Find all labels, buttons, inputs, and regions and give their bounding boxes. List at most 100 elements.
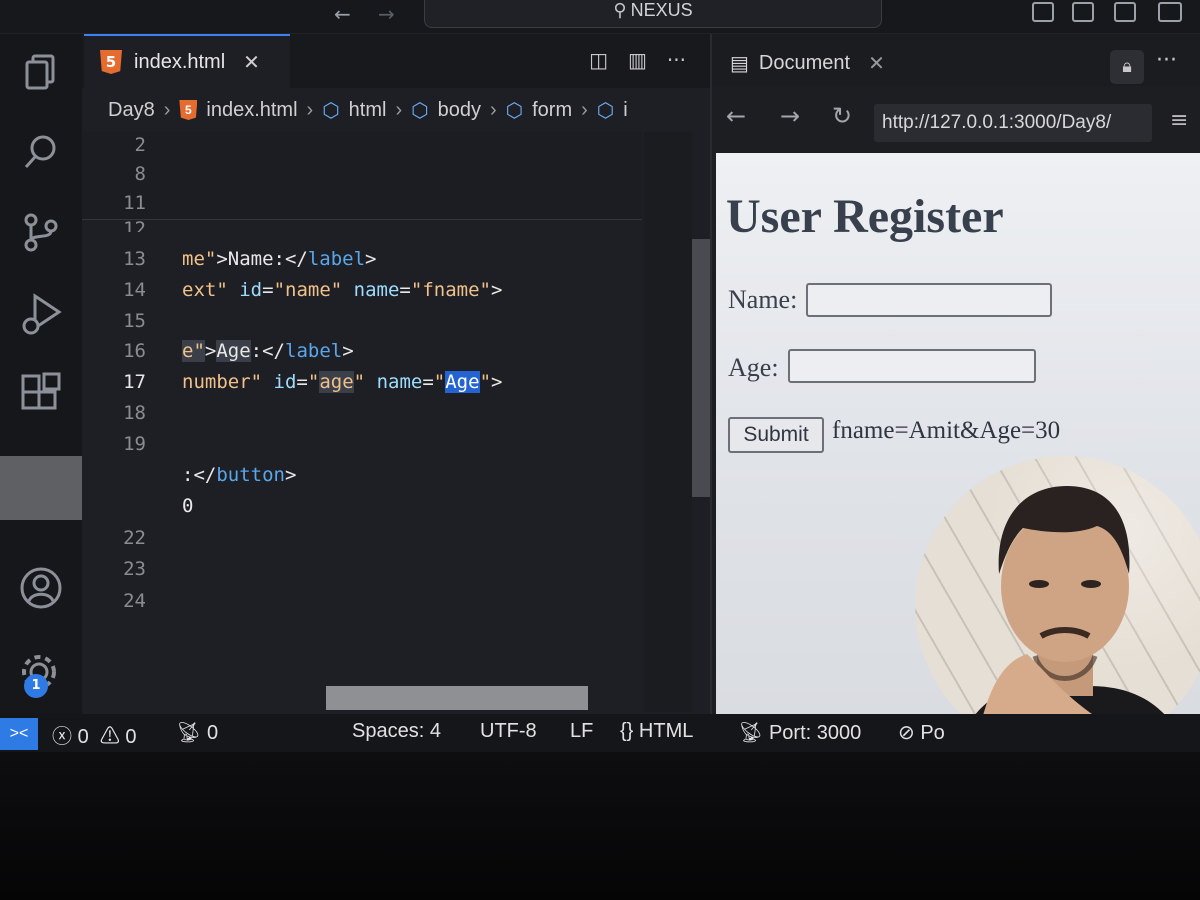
breadcrumb-file[interactable]: index.html — [206, 99, 297, 122]
chevron-right-icon: › — [581, 98, 588, 121]
url-input[interactable]: http://127.0.0.1:3000/Day8/ — [874, 104, 1152, 142]
preview-tab-bar: ▤ Document ✕ 🔒︎ ··· — [712, 34, 1200, 86]
prettier-button[interactable]: ⊘ Po — [898, 720, 945, 745]
menu-icon[interactable]: ≡ — [1170, 108, 1188, 133]
prettier-label: Po — [920, 722, 945, 744]
code-line-14: ext" id="name" name="fname"> — [182, 279, 503, 301]
code-line-20: :</button> — [182, 464, 297, 486]
search-icon: ⚲ — [613, 0, 627, 20]
line-number: 16 — [123, 340, 146, 362]
reload-icon[interactable]: ↻ — [832, 102, 852, 130]
close-icon[interactable]: ✕ — [868, 51, 885, 76]
language-mode-button[interactable]: {} HTML — [620, 720, 693, 743]
arrow-right-icon[interactable]: → — [378, 2, 395, 26]
encoding-button[interactable]: UTF-8 — [480, 720, 537, 743]
line-number: 14 — [123, 279, 146, 301]
language-label: HTML — [638, 720, 694, 742]
line-number: 18 — [123, 402, 146, 424]
element-cube-icon: ⬡ — [411, 99, 429, 122]
command-center[interactable]: ⚲ NEXUS — [424, 0, 882, 28]
more-actions-icon[interactable]: ··· — [667, 48, 686, 72]
remote-indicator-icon[interactable]: >< — [0, 718, 38, 750]
age-input[interactable] — [788, 349, 1036, 383]
braces-icon: {} — [620, 720, 634, 742]
html5-icon: 5 — [179, 100, 198, 120]
code-editor[interactable]: 12 13 me">Name:</label> 14 ext" id="name… — [82, 218, 642, 714]
name-input[interactable] — [806, 283, 1052, 317]
command-center-label: NEXUS — [630, 0, 693, 20]
open-preview-icon[interactable]: ◫ — [589, 48, 608, 72]
error-count: 0 — [77, 726, 89, 748]
lock-icon[interactable]: 🔒︎ — [1110, 50, 1144, 84]
breadcrumb-body[interactable]: body — [438, 99, 481, 122]
editor-group: 5 index.html ✕ ◫ ▥ ··· Day8 › 5 index.ht… — [82, 34, 710, 714]
toggle-secondary-sidebar-icon[interactable] — [1114, 2, 1136, 22]
back-icon[interactable]: ← — [726, 102, 746, 130]
horizontal-scrollbar[interactable] — [326, 686, 588, 710]
line-number: 19 — [123, 433, 146, 455]
line-number: 12 — [123, 218, 146, 232]
webcam-overlay — [915, 456, 1200, 756]
ports-indicator[interactable]: 📡︎ 0 — [176, 720, 218, 745]
editor-tab-bar: 5 index.html ✕ ◫ ▥ ··· — [82, 34, 710, 88]
more-actions-icon[interactable]: ··· — [1156, 48, 1177, 73]
line-number: 15 — [123, 310, 146, 332]
warning-icon: ⚠ — [99, 726, 120, 748]
vertical-scrollbar[interactable] — [692, 239, 710, 497]
run-debug-icon[interactable] — [0, 284, 82, 344]
tab-label: index.html — [134, 50, 226, 73]
screen: ← → ⚲ NEXUS 1 5 index.html ✕ ◫ ▥ ··· Day… — [0, 0, 1200, 900]
breadcrumb-form[interactable]: form — [532, 99, 572, 122]
element-cube-icon: ⬡ — [322, 99, 340, 122]
split-editor-icon[interactable]: ▥ — [628, 48, 647, 72]
line-number: 13 — [123, 248, 146, 270]
code-line-13: me">Name:</label> — [182, 248, 377, 270]
toggle-primary-sidebar-icon[interactable] — [1032, 2, 1054, 22]
port-label: Port: 3000 — [768, 722, 862, 744]
breadcrumb: Day8 › 5 index.html › ⬡ html › ⬡ body › … — [82, 88, 710, 132]
line-number-active: 17 — [123, 371, 146, 393]
chevron-right-icon: › — [163, 98, 171, 121]
minimap[interactable] — [644, 132, 692, 712]
arrow-left-icon[interactable]: ← — [334, 2, 351, 26]
settings-badge: 1 — [24, 674, 48, 698]
line-number: 8 — [134, 163, 146, 185]
files-icon[interactable] — [0, 42, 82, 102]
sticky-scroll: 2 8 11 — [82, 132, 642, 220]
name-label: Name: — [728, 285, 798, 314]
preview-tab-label: Document — [758, 51, 851, 74]
account-icon[interactable] — [0, 558, 82, 618]
html5-icon: 5 — [100, 50, 122, 74]
line-number: 22 — [123, 527, 146, 549]
line-number: 2 — [134, 134, 146, 156]
error-icon: ⓧ — [52, 726, 72, 748]
code-line-16: e">Age:</label> — [182, 340, 354, 362]
editor-actions: ◫ ▥ ··· — [589, 48, 686, 72]
search-icon[interactable] — [0, 122, 82, 182]
chevron-right-icon: › — [489, 98, 497, 121]
breadcrumb-folder[interactable]: Day8 — [108, 99, 155, 122]
activity-bar: 1 — [0, 34, 82, 714]
submit-button[interactable]: Submit — [728, 417, 824, 453]
indentation-button[interactable]: Spaces: 4 — [352, 720, 441, 743]
breadcrumb-input[interactable]: i — [623, 99, 627, 122]
element-cube-icon: ⬡ — [596, 99, 615, 122]
tab-index-html[interactable]: 5 index.html ✕ — [84, 34, 290, 88]
toggle-panel-icon[interactable] — [1072, 2, 1094, 22]
line-number: 23 — [123, 558, 146, 580]
broadcast-icon: 📡︎ — [738, 722, 764, 744]
title-bar: ← → ⚲ NEXUS — [0, 0, 1200, 34]
breadcrumb-html[interactable]: html — [349, 99, 387, 122]
code-line-21: 0 — [182, 495, 194, 517]
tab-document[interactable]: ▤ Document ✕ — [718, 40, 908, 86]
eol-button[interactable]: LF — [570, 720, 593, 743]
forward-icon[interactable]: → — [780, 102, 800, 130]
close-icon[interactable]: ✕ — [243, 50, 260, 74]
code-line-17: number" id="age" name="Age"> — [182, 371, 503, 393]
extensions-icon[interactable] — [0, 364, 82, 424]
problems-indicator[interactable]: ⓧ 0 ⚠ 0 — [52, 720, 137, 749]
customize-layout-icon[interactable] — [1158, 2, 1182, 22]
live-server-port-button[interactable]: 📡︎ Port: 3000 — [738, 720, 861, 745]
source-control-icon[interactable] — [0, 202, 82, 262]
page-heading: User Register — [726, 190, 1004, 243]
